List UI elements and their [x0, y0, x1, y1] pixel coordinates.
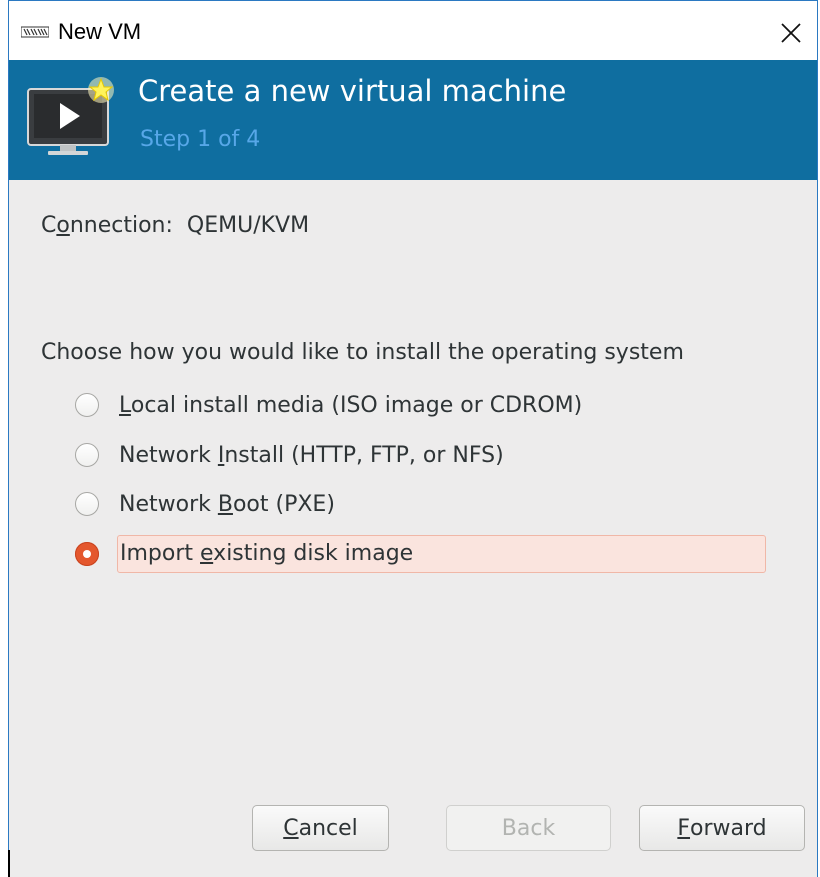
- connection-row: Connection: QEMU/KVM: [41, 213, 309, 238]
- option-local-install-media[interactable]: Local install media (ISO image or CDROM): [75, 383, 775, 427]
- option-network-install[interactable]: Network Install (HTTP, FTP, or NFS): [75, 433, 775, 477]
- radio-button[interactable]: [75, 443, 99, 467]
- title-bar: New VM: [9, 0, 817, 60]
- virt-manager-icon: [21, 26, 49, 38]
- connection-label: Connection:: [41, 213, 173, 238]
- new-vm-window: New VM Create a new virtual machine Step…: [8, 0, 818, 877]
- window-close-button[interactable]: [773, 15, 809, 51]
- option-label: Local install media (ISO image or CDROM): [119, 392, 583, 418]
- option-label: Network Install (HTTP, FTP, or NFS): [119, 442, 504, 468]
- option-import-existing-disk-image[interactable]: Import existing disk image: [75, 532, 775, 576]
- connection-value: QEMU/KVM: [186, 213, 310, 238]
- close-icon: [781, 23, 801, 43]
- option-network-boot[interactable]: Network Boot (PXE): [75, 482, 775, 526]
- cancel-button[interactable]: Cancel: [252, 805, 389, 851]
- window-title: New VM: [58, 19, 142, 44]
- new-vm-monitor-icon: [27, 77, 114, 155]
- header-banner: Create a new virtual machine Step 1 of 4: [9, 60, 817, 180]
- option-label: Import existing disk image: [117, 535, 766, 573]
- window-edge-artifact: [8, 850, 10, 877]
- radio-button[interactable]: [75, 492, 99, 516]
- forward-button[interactable]: Forward: [639, 805, 805, 851]
- content-area: Connection: QEMU/KVM Choose how you would…: [9, 180, 817, 877]
- back-button[interactable]: Back: [446, 805, 611, 851]
- option-label: Network Boot (PXE): [119, 491, 335, 517]
- radio-button-checked[interactable]: [75, 542, 99, 566]
- install-method-prompt: Choose how you would like to install the…: [41, 340, 684, 365]
- banner-title: Create a new virtual machine: [138, 74, 567, 108]
- step-indicator: Step 1 of 4: [140, 127, 261, 152]
- radio-button[interactable]: [75, 393, 99, 417]
